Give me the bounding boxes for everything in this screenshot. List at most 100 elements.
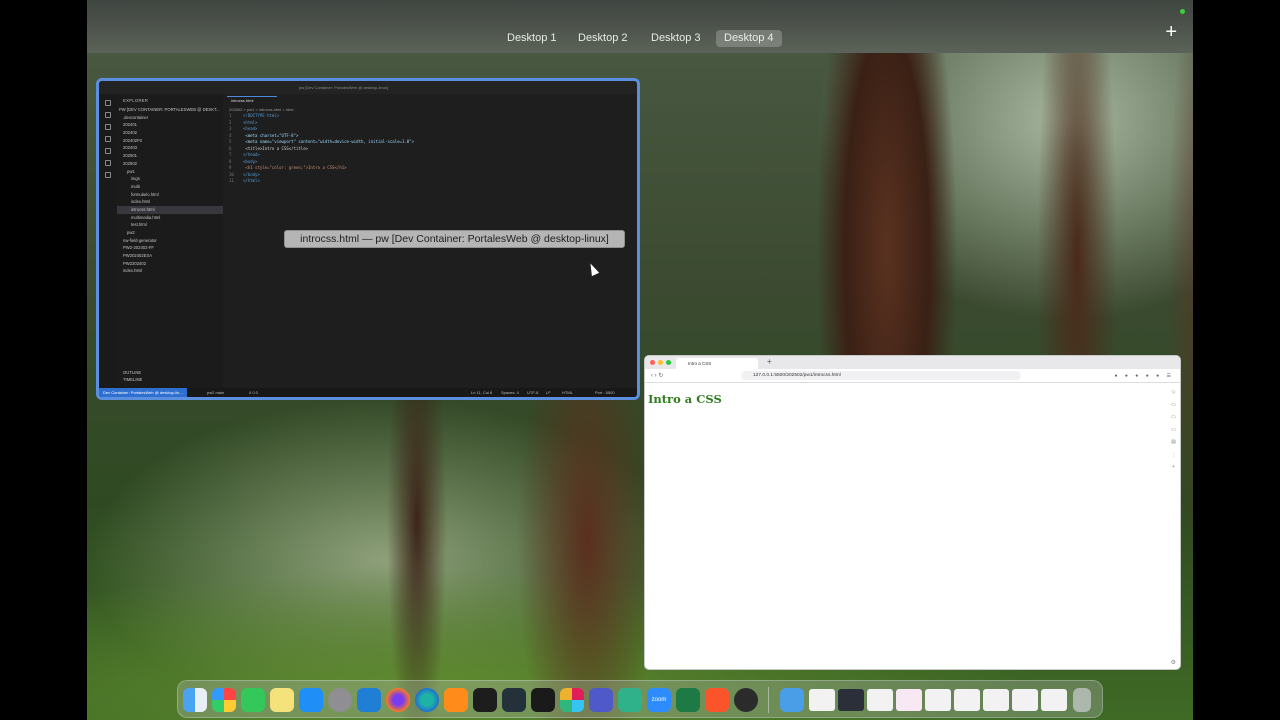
- system-settings-icon[interactable]: [328, 688, 352, 712]
- teams-icon[interactable]: [589, 688, 613, 712]
- remote-indicator[interactable]: Dev Container: PortalesWeb @ desktop-lin…: [99, 388, 187, 397]
- downloads-folder-icon[interactable]: [780, 688, 804, 712]
- tree-item[interactable]: index.html: [117, 267, 223, 275]
- affinity-icon[interactable]: [502, 688, 526, 712]
- vscode-icon[interactable]: [357, 688, 381, 712]
- explorer-icon[interactable]: [105, 100, 111, 106]
- tree-item[interactable]: index.html: [117, 198, 223, 206]
- tree-item[interactable]: 202501: [117, 152, 223, 160]
- firefox-icon[interactable]: [386, 688, 410, 712]
- encoding[interactable]: UTF-8: [527, 388, 538, 397]
- tree-item[interactable]: pw2: [117, 229, 223, 237]
- tree-item[interactable]: .devcontainer: [117, 114, 223, 122]
- new-tab-button[interactable]: +: [767, 357, 772, 366]
- tree-item[interactable]: formulario.html: [117, 191, 223, 199]
- run-debug-icon[interactable]: [105, 136, 111, 142]
- breadcrumb[interactable]: 202502 > pw1 > introcss.html > html: [229, 107, 293, 112]
- tree-item[interactable]: 202403: [117, 144, 223, 152]
- slack-icon[interactable]: [560, 688, 584, 712]
- camera-indicator: [1180, 9, 1185, 14]
- minimized-window-thumb[interactable]: [809, 689, 835, 711]
- browser-toolbar: ‹ › ↻ 127.0.0.1:5500/202502/pw1/introcss…: [645, 369, 1180, 383]
- desktop-3-thumb[interactable]: Desktop 3: [643, 30, 709, 47]
- clock-icon[interactable]: [734, 688, 758, 712]
- extensions-icon[interactable]: [105, 148, 111, 154]
- brave-icon[interactable]: [705, 688, 729, 712]
- remote-explorer-icon[interactable]: [105, 160, 111, 166]
- tree-item[interactable]: imgs: [117, 175, 223, 183]
- tree-item[interactable]: 202402: [117, 129, 223, 137]
- zoom-icon[interactable]: zoom: [647, 688, 671, 712]
- sidebar-icon[interactable]: ◇: [1171, 386, 1176, 399]
- tree-item[interactable]: test.html: [117, 221, 223, 229]
- desktop-4-thumb[interactable]: Desktop 4: [716, 30, 782, 47]
- editor-tab[interactable]: introcss.html: [227, 96, 277, 104]
- address-bar[interactable]: 127.0.0.1:5500/202502/pw1/introcss.html: [741, 371, 1021, 380]
- sidebar-icon[interactable]: ▭: [1171, 399, 1176, 412]
- copilot-icon[interactable]: [105, 172, 111, 178]
- problems-count[interactable]: 0 0 0: [249, 388, 258, 397]
- browser-tab[interactable]: Intro a CSS: [676, 358, 758, 369]
- notes-icon[interactable]: [270, 688, 294, 712]
- eol[interactable]: LF: [546, 388, 551, 397]
- add-desktop-button[interactable]: +: [1165, 22, 1177, 42]
- minimized-window-thumb[interactable]: [983, 689, 1009, 711]
- activity-monitor-icon[interactable]: [531, 688, 555, 712]
- browser-window[interactable]: Intro a CSS + ‹ › ↻ 127.0.0.1:5500/20250…: [644, 355, 1181, 670]
- tree-item[interactable]: 202502: [117, 160, 223, 168]
- search-icon[interactable]: [105, 112, 111, 118]
- edge-icon[interactable]: [415, 688, 439, 712]
- finder-icon[interactable]: [183, 688, 207, 712]
- reload-icon[interactable]: ‹ › ↻: [651, 372, 663, 379]
- cursor-position[interactable]: Ln 11, Col 8: [471, 388, 492, 397]
- tree-item[interactable]: multi: [117, 183, 223, 191]
- launchpad-icon[interactable]: [212, 688, 236, 712]
- tree-item[interactable]: PW2202402: [117, 260, 223, 268]
- tree-item-selected[interactable]: introcss.html: [117, 205, 223, 214]
- minimized-window-thumb[interactable]: [954, 689, 980, 711]
- tree-item[interactable]: multimedia.html: [117, 214, 223, 222]
- close-window-button[interactable]: [650, 360, 655, 365]
- live-server-port[interactable]: Port : 5500: [595, 388, 615, 397]
- source-control-icon[interactable]: [105, 124, 111, 130]
- minimized-window-thumb[interactable]: [1012, 689, 1038, 711]
- tree-item[interactable]: 202401: [117, 121, 223, 129]
- facetime-icon[interactable]: [241, 688, 265, 712]
- extensions-icon[interactable]: ● ● ● ● ● ☰: [1114, 373, 1174, 379]
- sidebar-icon[interactable]: ▭: [1171, 411, 1176, 424]
- books-icon[interactable]: [444, 688, 468, 712]
- desktop-2-thumb[interactable]: Desktop 2: [570, 30, 636, 47]
- tree-item[interactable]: 202402P2: [117, 137, 223, 145]
- minimized-window-thumb[interactable]: [1041, 689, 1067, 711]
- tree-item[interactable]: PW2-202402-FF: [117, 244, 223, 252]
- excel-icon[interactable]: [676, 688, 700, 712]
- code-lines[interactable]: 1 <!DOCTYPE html> 2 <html> 3 <head> 4 <meta…: [229, 113, 414, 185]
- trash-icon[interactable]: [1073, 688, 1091, 712]
- tree-item[interactable]: pw1: [117, 168, 223, 176]
- outline-section[interactable]: OUTLINE: [123, 369, 142, 377]
- gear-icon[interactable]: ⚙: [1171, 659, 1176, 666]
- minimized-window-thumb[interactable]: [867, 689, 893, 711]
- add-sidebar-icon[interactable]: +: [1171, 461, 1176, 474]
- minimized-window-thumb[interactable]: [838, 689, 864, 711]
- zoom-window-button[interactable]: [666, 360, 671, 365]
- sidebar-icon[interactable]: ⋮: [1171, 449, 1176, 462]
- tree-item[interactable]: PW202402EXA: [117, 252, 223, 260]
- indent-spaces[interactable]: Spaces: 4: [501, 388, 519, 397]
- sidebar-icon[interactable]: ▭: [1171, 424, 1176, 437]
- desktop-1-thumb[interactable]: Desktop 1: [499, 30, 565, 47]
- workspace-root[interactable]: PW [DEV CONTAINER: PORTALESWEB @ DESKT..…: [117, 106, 223, 114]
- minimized-window-thumb[interactable]: [925, 689, 951, 711]
- language-mode[interactable]: HTML: [562, 388, 573, 397]
- tree-item[interactable]: nw-field-generator: [117, 237, 223, 245]
- copilot-icon[interactable]: [618, 688, 642, 712]
- timeline-section[interactable]: TIMELINE: [123, 376, 142, 384]
- code-line: </head>: [243, 152, 260, 157]
- git-branch[interactable]: pw2 main: [207, 388, 224, 397]
- sidebar-icon[interactable]: ▤: [1171, 436, 1176, 449]
- minimized-window-thumb[interactable]: [896, 689, 922, 711]
- app-store-icon[interactable]: [299, 688, 323, 712]
- terminal-icon[interactable]: [473, 688, 497, 712]
- minimize-window-button[interactable]: [658, 360, 663, 365]
- code-line: </html>: [243, 178, 260, 183]
